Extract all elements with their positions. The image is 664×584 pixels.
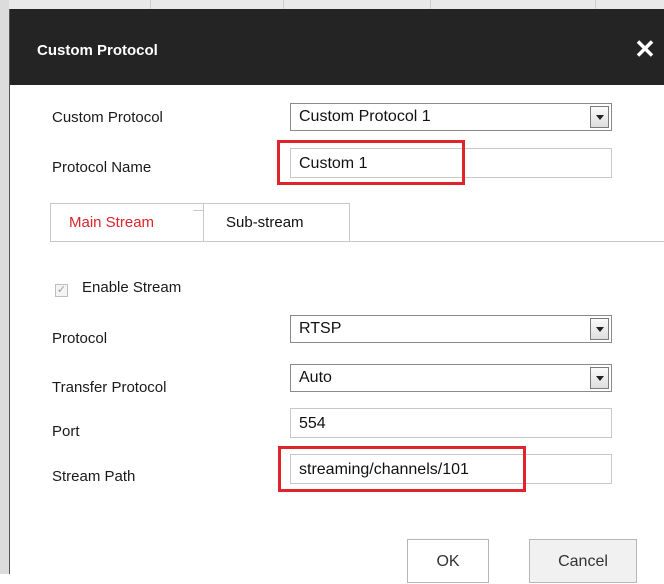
custom-protocol-select[interactable]: Custom Protocol 1 bbox=[290, 103, 612, 131]
port-input[interactable]: 554 bbox=[290, 408, 612, 438]
tab-main-stream[interactable]: Main Stream bbox=[50, 203, 224, 241]
port-value: 554 bbox=[299, 415, 326, 432]
port-label: Port bbox=[52, 423, 80, 440]
custom-protocol-label: Custom Protocol bbox=[52, 109, 163, 126]
dialog-titlebar: Custom Protocol ✕ bbox=[10, 9, 664, 85]
transfer-protocol-label: Transfer Protocol bbox=[52, 379, 167, 396]
chevron-down-icon[interactable] bbox=[590, 106, 609, 128]
background-left-edge bbox=[0, 0, 9, 574]
custom-protocol-value: Custom Protocol 1 bbox=[299, 108, 431, 125]
protocol-label: Protocol bbox=[52, 330, 108, 347]
stream-path-value: streaming/channels/101 bbox=[299, 461, 469, 478]
protocol-name-label: Protocol Name bbox=[52, 159, 152, 176]
protocol-select[interactable]: RTSP bbox=[290, 315, 612, 343]
tab-main-stream-label: Main Stream bbox=[69, 214, 155, 231]
background-divider bbox=[595, 0, 596, 9]
cancel-button[interactable]: Cancel bbox=[529, 539, 637, 583]
stream-path-input[interactable]: streaming/channels/101 bbox=[290, 454, 612, 484]
stream-path-label: Stream Path bbox=[52, 468, 136, 485]
chevron-down-icon[interactable] bbox=[590, 318, 609, 340]
close-icon[interactable]: ✕ bbox=[630, 34, 660, 64]
background-divider bbox=[150, 0, 151, 9]
tab-sub-stream-label: Sub-stream bbox=[226, 214, 304, 231]
protocol-value: RTSP bbox=[299, 320, 342, 337]
transfer-protocol-select[interactable]: Auto bbox=[290, 364, 612, 392]
tab-sub-stream[interactable]: Sub-stream bbox=[204, 203, 350, 241]
stream-tabs: Main Stream Sub-stream bbox=[50, 203, 664, 242]
transfer-protocol-value: Auto bbox=[299, 369, 332, 386]
dialog-title: Custom Protocol bbox=[37, 42, 158, 59]
protocol-name-value: Custom 1 bbox=[299, 155, 368, 172]
custom-protocol-dialog: Custom Protocol ✕ Custom Protocol Custom… bbox=[9, 9, 664, 583]
chevron-down-icon[interactable] bbox=[590, 367, 609, 389]
background-divider bbox=[283, 0, 284, 9]
enable-stream-checkbox[interactable]: ✓ bbox=[55, 284, 68, 297]
ok-button[interactable]: OK bbox=[407, 539, 489, 583]
background-header bbox=[0, 0, 664, 9]
background-divider bbox=[430, 0, 431, 9]
enable-stream-label: Enable Stream bbox=[82, 279, 182, 296]
protocol-name-input[interactable]: Custom 1 bbox=[290, 148, 612, 178]
